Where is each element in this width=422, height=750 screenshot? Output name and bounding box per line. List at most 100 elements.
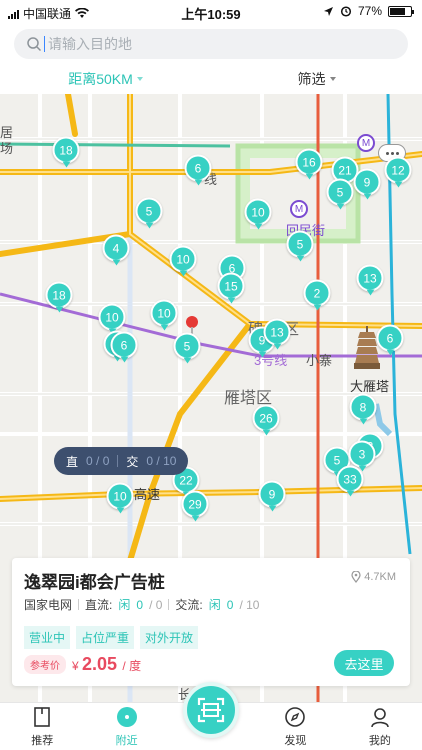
charger-pin[interactable]: 10 [169,245,197,277]
header: 距离50KM 筛选 [0,24,422,94]
ac-free: 0 [226,597,234,612]
navigate-button[interactable]: 去这里 [334,650,394,676]
nearby-dot-icon [116,707,137,727]
charger-pin[interactable]: 10 [244,198,272,230]
location-arrow-icon [323,6,333,16]
charger-pin[interactable]: 10 [98,303,126,335]
scan-button[interactable] [183,682,239,738]
station-card[interactable]: 逸翠园i都会广告桩 4.7KM 国家电网 直流: 闲 0 / 0 交流: 闲 0… [12,558,410,686]
charger-pin[interactable]: 18 [45,281,73,313]
charger-pin[interactable]: 3 [348,440,376,472]
current-location-marker [186,316,198,337]
status-bar: 中国联通 上午10:59 77% [0,0,422,24]
charger-pin[interactable]: 26 [252,404,280,436]
availability-legend: 直 0 / 0 交 0 / 10 [54,447,189,475]
battery-percent: 77% [357,4,382,18]
legend-ac-value: 0 / 10 [146,454,177,468]
map-label-xiaozhai: 小寨 [306,353,333,368]
tag-occupied: 占位严重 [76,626,135,649]
charger-pin[interactable]: 15 [217,272,245,304]
tab-recommend[interactable]: 推荐 [0,703,84,750]
legend-dc-label: 直 [66,454,79,469]
battery-icon [388,5,414,17]
distance-filter[interactable]: 距离50KM [0,64,211,94]
charger-pin[interactable]: 16 [295,148,323,180]
station-tags: 营业中 占位严重 对外开放 [24,626,199,649]
filter-dropdown-label: 筛选 [297,71,326,87]
person-icon [371,708,389,728]
charger-pin[interactable]: 9 [353,168,381,200]
reference-price-badge: 参考价 [24,655,66,674]
charger-pin[interactable]: 6 [376,324,404,356]
charger-pin[interactable]: 2 [303,279,331,311]
charger-pin[interactable]: 18 [52,136,80,168]
charger-pin[interactable]: 4 [102,234,130,266]
charger-pin[interactable]: 10 [150,299,178,331]
charger-pin[interactable]: 13 [356,264,384,296]
bookmark-icon [34,707,51,727]
ac-total: / 10 [239,597,260,612]
legend-dc-value: 0 / 0 [86,454,110,468]
dc-free: 0 [136,597,144,612]
charger-pin[interactable]: 29 [181,490,209,522]
tab-discover[interactable]: 发现 [253,703,337,750]
app-screen: 中国联通 上午10:59 77% 距离50KM 筛选 [0,0,422,750]
price: ¥ 2.05 / 度 [72,654,141,675]
tab-recommend-label: 推荐 [31,735,54,747]
charger-pin[interactable]: 8 [349,393,377,425]
compass-icon [285,707,306,727]
scan-icon [197,697,225,723]
charger-pin[interactable]: 13 [263,318,291,350]
charger-pin[interactable]: 12 [384,156,412,188]
info-divider [78,599,80,610]
filter-bar: 距离50KM 筛选 [0,64,422,94]
tab-mine-label: 我的 [368,735,391,747]
search-bar[interactable] [14,29,408,59]
metro-station-icon: M [290,200,308,218]
charger-pin[interactable]: 6 [184,154,212,186]
station-distance: 4.7KM [351,571,396,583]
distance-filter-label: 距离50KM [68,71,133,87]
legend-ac-label: 交 [126,454,139,469]
dropdown-arrow-icon [136,77,143,81]
price-row: 参考价 ¥ 2.05 / 度 [24,654,141,675]
alarm-icon [340,6,352,17]
ac-label: 交流: [175,598,203,612]
charger-pin[interactable]: 6 [110,331,138,363]
metro-icon: M [357,134,375,152]
tab-mine[interactable]: 我的 [338,703,422,750]
charger-pin[interactable]: 33 [336,465,364,497]
status-right: 77% [323,4,414,18]
legend-divider [117,455,119,467]
station-title: 逸翠园i都会广告桩 [24,573,165,592]
destination-search-input[interactable] [48,36,348,52]
charger-pin[interactable]: 5 [173,332,201,364]
map-label-chang: 场 [0,141,14,156]
station-info-row: 国家电网 直流: 闲 0 / 0 交流: 闲 0 / 10 [24,596,259,613]
info-divider [168,599,170,610]
tab-nearby-label: 附近 [115,735,138,747]
tab-nearby[interactable]: 附近 [84,703,168,750]
dropdown-arrow-icon [329,77,336,81]
dc-label: 直流: [85,598,113,612]
location-pin-icon [351,571,361,583]
charger-pin[interactable]: 10 [106,482,134,514]
price-value: 2.05 [82,654,118,674]
filter-dropdown[interactable]: 筛选 [211,64,422,94]
charger-pin[interactable]: 5 [326,178,354,210]
charger-pin[interactable]: 5 [135,197,163,229]
operator-name: 国家电网 [24,598,73,612]
tag-public: 对外开放 [140,626,199,649]
map-label-gaosu: 高速 [134,487,161,502]
text-cursor [44,36,45,52]
station-distance-value: 4.7KM [364,571,396,583]
map-label-pagoda: 大雁塔 [350,379,390,394]
search-icon [27,37,42,52]
ac-status: 闲 [208,598,221,612]
dc-total: / 0 [149,597,163,612]
dc-status: 闲 [118,598,131,612]
charger-pin[interactable]: 9 [258,480,286,512]
tag-open: 营业中 [24,626,71,649]
charger-pin[interactable]: 5 [286,230,314,262]
price-symbol: ¥ [72,659,79,673]
